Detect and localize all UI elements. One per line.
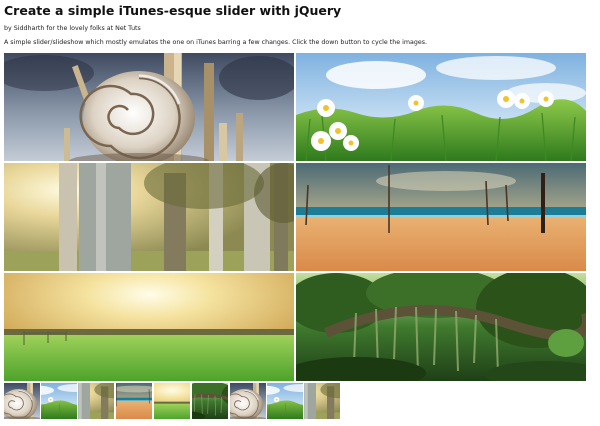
slide-jungle[interactable] xyxy=(296,273,586,381)
forest-image xyxy=(4,163,294,271)
snail-image xyxy=(4,53,294,161)
thumbnail-image xyxy=(41,383,77,419)
slide-snail[interactable] xyxy=(4,53,294,161)
thumbnail-snail[interactable] xyxy=(230,383,266,419)
thumbnail-snail[interactable] xyxy=(4,383,40,419)
thumbnail-image xyxy=(4,383,40,419)
beach-image xyxy=(296,163,586,271)
thumbnail-forest[interactable] xyxy=(78,383,114,419)
thumbnail-forest[interactable] xyxy=(304,383,340,419)
thumbnail-image xyxy=(78,383,114,419)
thumbnail-image xyxy=(154,383,190,419)
slide-beach[interactable] xyxy=(296,163,586,271)
author-byline: by Siddharth for the lovely folks at Net… xyxy=(4,25,141,32)
thumbnail-image xyxy=(116,383,152,419)
thumbnail-beach[interactable] xyxy=(116,383,152,419)
slide-daisies[interactable] xyxy=(296,53,586,161)
thumbnail-image xyxy=(230,383,266,419)
thumbnail-image xyxy=(267,383,303,419)
page-description: A simple slider/slideshow which mostly e… xyxy=(4,39,428,46)
thumbnail-field[interactable] xyxy=(154,383,190,419)
thumbnail-jungle[interactable] xyxy=(192,383,228,419)
field-image xyxy=(4,273,294,381)
page-title: Create a simple iTunes-esque slider with… xyxy=(4,3,342,18)
thumbnail-daisies[interactable] xyxy=(41,383,77,419)
thumbnail-image xyxy=(304,383,340,419)
daisies-image xyxy=(296,53,586,161)
slide-forest[interactable] xyxy=(4,163,294,271)
thumbnail-image xyxy=(192,383,228,419)
thumbnail-daisies[interactable] xyxy=(267,383,303,419)
jungle-image xyxy=(296,273,586,381)
slide-field[interactable] xyxy=(4,273,294,381)
